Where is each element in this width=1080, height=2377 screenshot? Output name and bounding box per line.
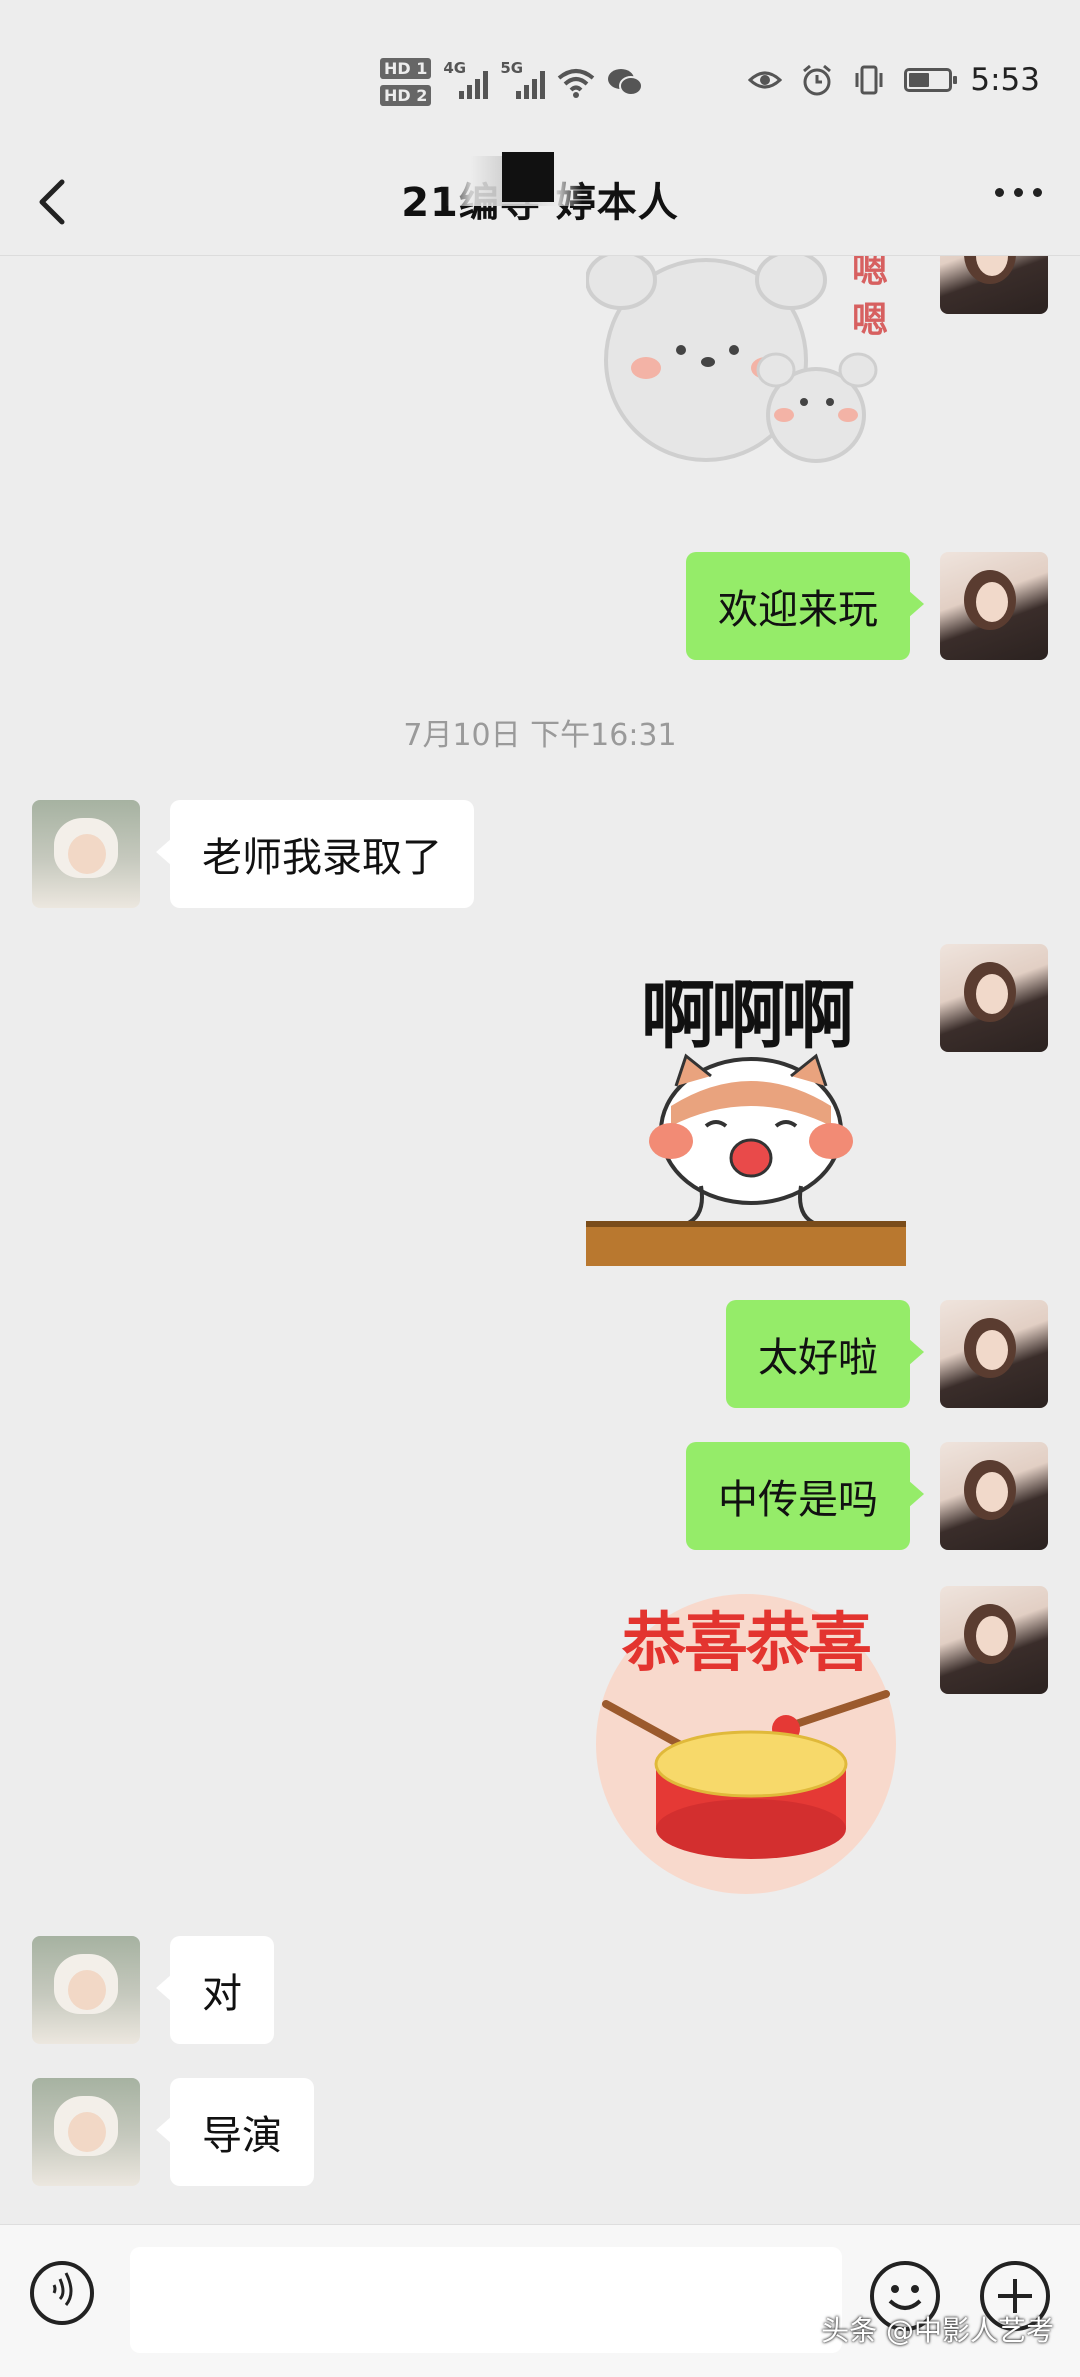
message-timestamp: 7月10日 下午16:31: [403, 718, 677, 753]
my-avatar[interactable]: [940, 552, 1048, 660]
crying-cat-sticker[interactable]: [586, 1046, 906, 1266]
message-bubble-them[interactable]: 对: [156, 1936, 274, 2044]
title-redaction-block: [502, 152, 554, 202]
message-list[interactable]: 嗯 嗯 欢迎来玩 7月10日 下午16:31 老师我录取了 啊啊啊 太好啦 中传…: [0, 256, 1080, 2224]
more-dots-icon[interactable]: [995, 188, 1042, 197]
message-bubble-me[interactable]: 太好啦: [726, 1300, 924, 1408]
vibrate-icon: [855, 65, 883, 95]
my-avatar[interactable]: [940, 256, 1048, 314]
message-bubble-them[interactable]: 老师我录取了: [156, 800, 474, 908]
message-input[interactable]: [130, 2247, 842, 2353]
message-bubble-them[interactable]: 导演: [156, 2078, 314, 2186]
clock: 5:53: [970, 62, 1040, 98]
status-bar: HD 1 HD 2 4G 5G 5:53: [0, 0, 1080, 150]
sticker-caption: 恭喜恭喜: [622, 1607, 872, 1681]
wifi-icon: [558, 69, 595, 98]
my-avatar[interactable]: [940, 1442, 1048, 1550]
my-avatar[interactable]: [940, 944, 1048, 1052]
my-avatar[interactable]: [940, 1300, 1048, 1408]
message-bubble-me[interactable]: 中传是吗: [686, 1442, 924, 1550]
sticker-caption: 嗯 嗯: [851, 256, 888, 341]
alarm-icon: [803, 64, 832, 96]
message-bubble-me[interactable]: 欢迎来玩: [686, 552, 924, 660]
hd-indicators: HD 1 HD 2: [380, 58, 432, 106]
signal-2-icon: 5G: [500, 59, 546, 99]
my-avatar[interactable]: [940, 1586, 1048, 1694]
eye-icon: [748, 71, 783, 89]
contact-avatar[interactable]: [32, 1936, 140, 2044]
wechat-notification-icon: [608, 69, 644, 96]
hd1-badge: HD 1: [380, 58, 432, 79]
battery-icon: [904, 68, 958, 92]
status-right: 5:53: [748, 58, 1040, 102]
input-bar: 头条 @中影人艺考: [0, 2224, 1080, 2377]
hd2-badge: HD 2: [380, 85, 432, 106]
watermark: 头条 @中影人艺考: [821, 2314, 1054, 2347]
status-left: HD 1 HD 2 4G 5G: [380, 52, 644, 112]
contact-avatar[interactable]: [32, 800, 140, 908]
voice-icon[interactable]: [30, 2261, 94, 2325]
signal-1-icon: 4G: [443, 59, 489, 99]
contact-avatar[interactable]: [32, 2078, 140, 2186]
